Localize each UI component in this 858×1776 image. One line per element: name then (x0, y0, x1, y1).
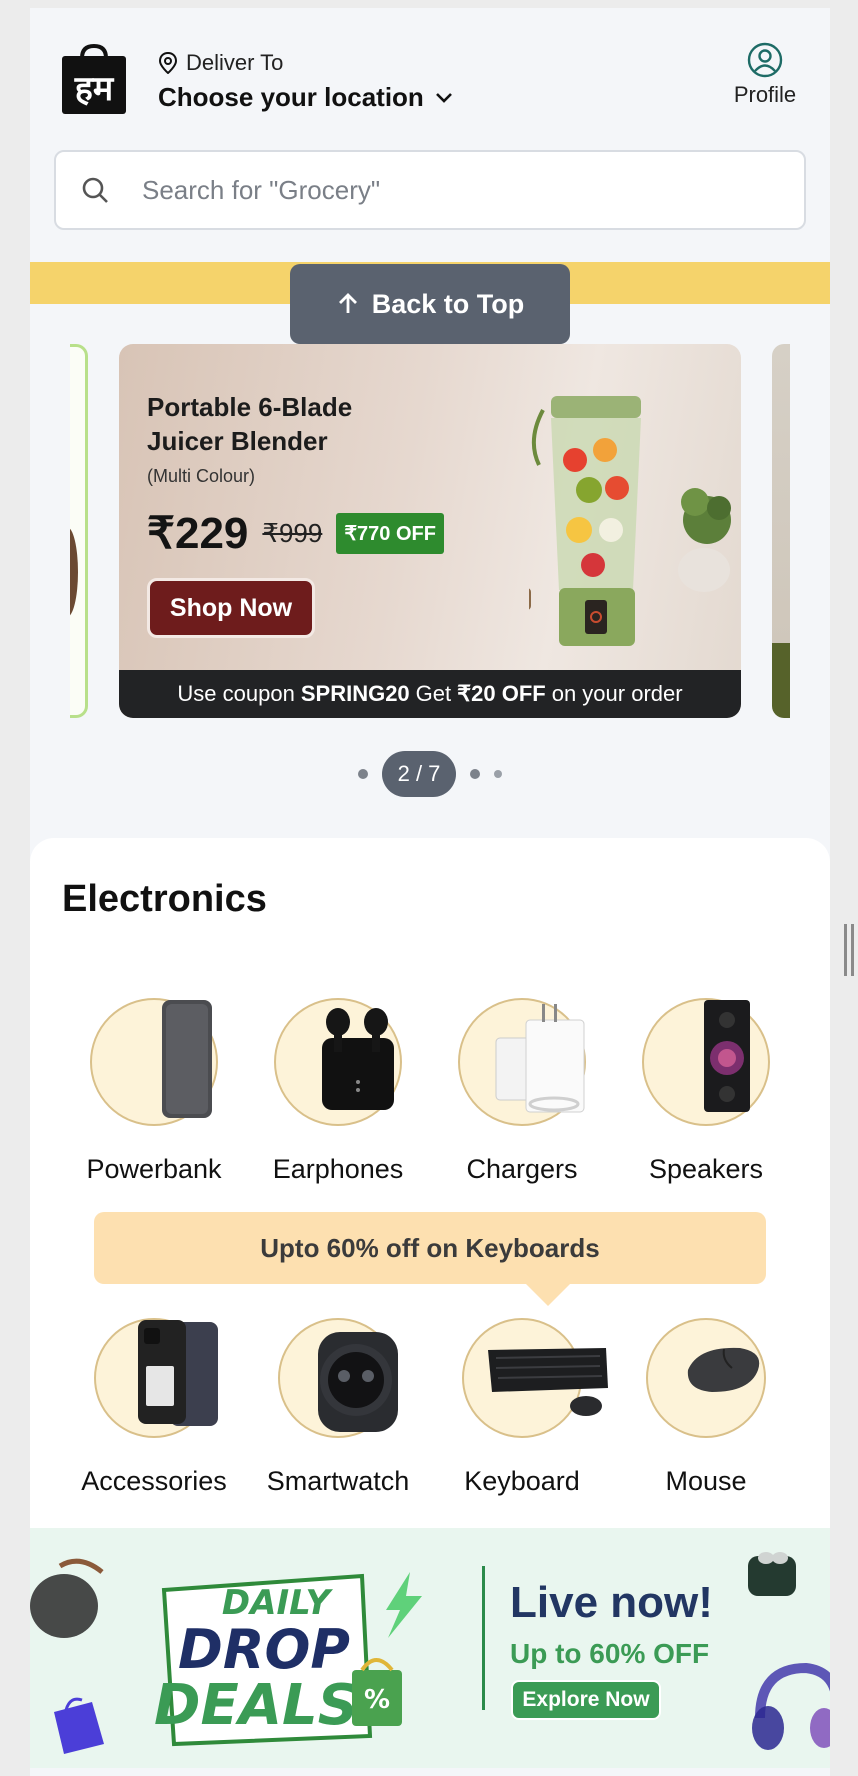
discount-text: Up to 60% OFF (510, 1638, 710, 1669)
banner-price: ₹229 (147, 509, 249, 558)
next-banner-peek[interactable] (772, 344, 790, 718)
category-label: Keyboard (464, 1466, 580, 1496)
category-smartwatch[interactable]: Smartwatch (246, 1318, 430, 1497)
blender-product-image (529, 396, 731, 646)
store-logo[interactable]: हम (60, 42, 128, 116)
pager-dot[interactable] (470, 769, 481, 779)
pager-dot[interactable] (357, 769, 368, 779)
daily-drop-deals-banner[interactable]: DAILY DROP DEALS % Live now! Up to 60% O… (30, 1528, 830, 1768)
location-selector[interactable]: Choose your location (158, 82, 454, 113)
search-bar[interactable] (54, 150, 806, 230)
back-to-top-button[interactable]: Back to Top (290, 264, 570, 344)
deliver-to-label: Deliver To (186, 50, 284, 75)
logo-text: हम (74, 69, 115, 109)
mouse-icon (646, 1318, 766, 1438)
kettle-decoration (30, 1558, 104, 1638)
category-keyboard[interactable]: Keyboard (430, 1318, 614, 1497)
shopping-bag-icon (54, 1697, 104, 1754)
search-icon (82, 177, 108, 203)
phone-case-icon (94, 1318, 218, 1438)
category-label: Earphones (272, 1154, 404, 1184)
pager-dot[interactable] (494, 770, 503, 778)
location-label: Choose your location (158, 82, 424, 112)
daily-drop-deals-logo: DAILY DROP DEALS % (154, 1572, 422, 1747)
category-row-1: Powerbank Earphones Chargers Speakers (30, 998, 830, 1185)
explore-now-button[interactable]: Explore Now (511, 1680, 661, 1720)
previous-banner-peek[interactable] (70, 344, 88, 718)
banner-carousel[interactable]: Portable 6-Blade Juicer Blender (Multi C… (30, 344, 830, 728)
category-label: Chargers (466, 1154, 578, 1184)
badge-percent: % (364, 1685, 390, 1715)
app-page: हम Deliver To Choose your location Profi… (30, 8, 830, 1776)
category-label: Powerbank (86, 1154, 222, 1184)
electronics-section: Electronics Powerbank Earphones Chargers… (30, 838, 830, 1528)
badge-line2: DROP (178, 1618, 350, 1681)
banner-title: Portable 6-Blade Juicer Blender (147, 392, 353, 456)
arrow-up-icon (338, 293, 357, 313)
category-label: Smartwatch (266, 1466, 410, 1496)
deliver-to-row: Deliver To (158, 50, 283, 76)
category-earphones[interactable]: Earphones (246, 998, 430, 1185)
keyboard-promo-banner[interactable]: Upto 60% off on Keyboards (94, 1212, 766, 1306)
badge-line3: DEALS (154, 1673, 358, 1738)
discount-badge: ₹770 OFF (336, 513, 444, 554)
profile-button[interactable]: Profile (710, 42, 820, 108)
coupon-prefix: Use coupon (177, 681, 295, 706)
category-label: Accessories (81, 1466, 227, 1496)
keyboard-icon (462, 1318, 608, 1438)
banner-slide[interactable]: Portable 6-Blade Juicer Blender (Multi C… (119, 344, 741, 718)
user-circle-icon (747, 42, 783, 78)
section-title: Electronics (62, 878, 267, 920)
shop-now-button[interactable]: Shop Now (147, 578, 315, 638)
category-chargers[interactable]: Chargers (430, 998, 614, 1185)
divider (482, 1566, 485, 1710)
location-pin-icon (158, 52, 178, 74)
coupon-suffix: on your order (551, 681, 683, 706)
earphones-icon (274, 998, 402, 1126)
price-row: ₹229 ₹999 ₹770 OFF (147, 508, 444, 559)
carousel-pager: 2 / 7 (30, 750, 830, 798)
badge-line1: DAILY (222, 1583, 334, 1623)
coupon-mid: Get (415, 681, 452, 706)
header: हम Deliver To Choose your location Profi… (30, 8, 830, 230)
headphones-decoration (752, 1662, 830, 1750)
category-label: Speakers (648, 1154, 764, 1184)
category-mouse[interactable]: Mouse (614, 1318, 798, 1497)
chevron-down-icon (435, 92, 452, 103)
banner-mrp: ₹999 (262, 518, 323, 548)
category-powerbank[interactable]: Powerbank (62, 998, 246, 1185)
live-now-heading: Live now! (510, 1578, 713, 1627)
banner-subtitle: (Multi Colour) (147, 466, 256, 486)
coupon-bar: Use coupon SPRING20 Get ₹20 OFF on your … (119, 670, 741, 718)
coupon-amount: ₹20 OFF (457, 681, 546, 706)
back-to-top-label: Back to Top (371, 288, 525, 319)
category-speakers[interactable]: Speakers (614, 998, 798, 1185)
charger-icon (458, 998, 586, 1126)
category-row-2: Accessories Smartwatch Keyboard Mouse (30, 1318, 830, 1497)
scrollbar-handle[interactable] (844, 924, 854, 976)
search-input[interactable] (142, 174, 742, 206)
coupon-code: SPRING20 (300, 681, 410, 706)
category-label: Mouse (665, 1466, 747, 1496)
powerbank-icon (90, 998, 218, 1126)
smartwatch-icon (278, 1318, 398, 1438)
earbuds-case-decoration (748, 1552, 796, 1596)
speaker-icon (642, 998, 770, 1126)
category-accessories[interactable]: Accessories (62, 1318, 246, 1497)
pager-indicator: 2 / 7 (381, 751, 457, 797)
profile-label: Profile (733, 82, 797, 107)
